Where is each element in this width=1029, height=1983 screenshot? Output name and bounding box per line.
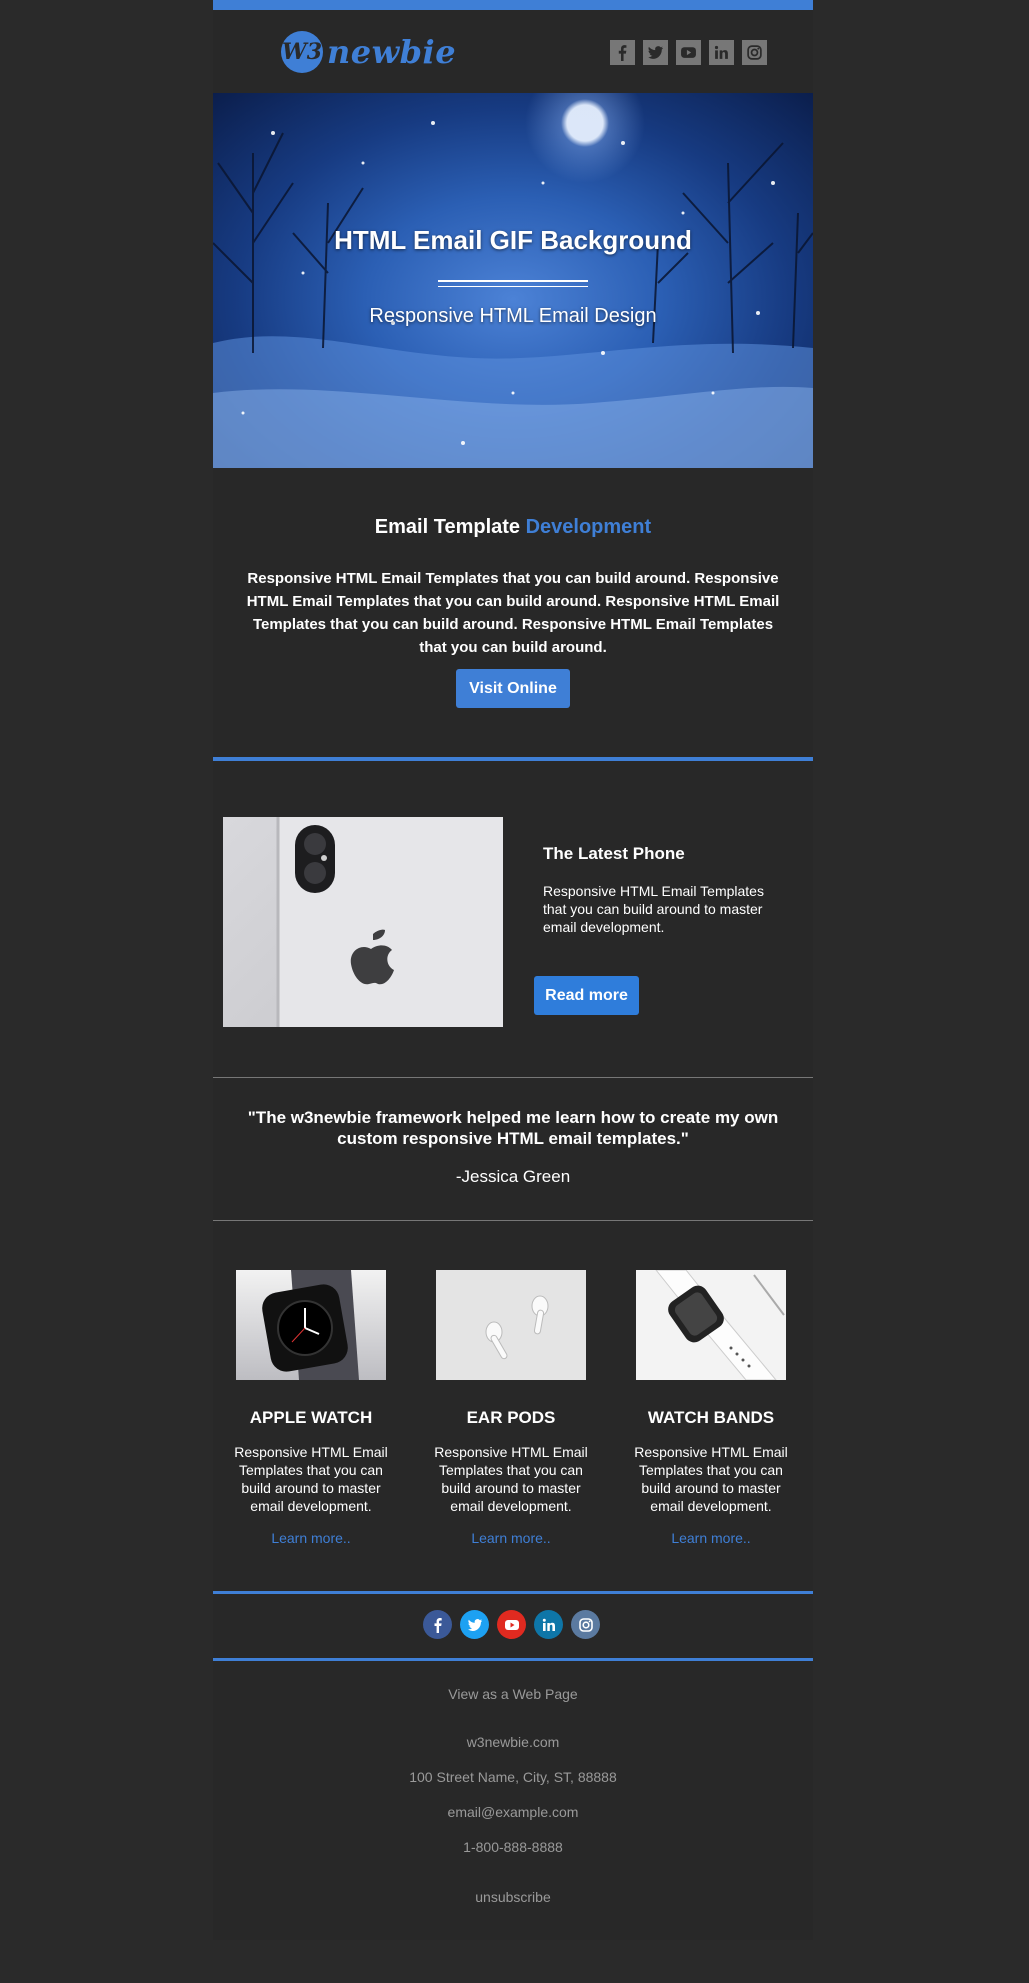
website-link[interactable]: w3newbie.com [213,1734,813,1750]
product-title: EAR PODS [466,1408,556,1427]
hero-title: HTML Email GIF Background [334,225,692,255]
product-card: EAR PODS Responsive HTML Email Templates… [421,1270,601,1546]
facebook-icon[interactable] [423,1610,452,1639]
product-text: Responsive HTML Email Templates that you… [634,1444,788,1514]
feature-title: The Latest Phone [543,844,685,863]
instagram-icon[interactable] [571,1610,600,1639]
product-card: WATCH BANDS Responsive HTML Email Templa… [621,1270,801,1546]
section-divider [213,1658,813,1661]
intro-heading-main: Email Template [374,516,521,538]
logo-text: newbie [327,33,457,71]
facebook-icon[interactable] [610,40,635,65]
intro-heading: Email Template Development [213,516,813,539]
product-text: Responsive HTML Email Templates that you… [234,1444,388,1514]
hero-subtitle: Responsive HTML Email Design [369,305,657,327]
intro-paragraph: Responsive HTML Email Templates that you… [246,570,780,656]
testimonial-quote: "The w3newbie framework helped me learn … [247,1108,779,1148]
read-more-button[interactable]: Read more [534,976,639,1015]
learn-more-link[interactable]: Learn more.. [421,1530,601,1546]
twitter-icon[interactable] [643,40,668,65]
product-card: APPLE WATCH Responsive HTML Email Templa… [221,1270,401,1546]
top-accent-bar [213,0,813,10]
visit-online-button[interactable]: Visit Online [456,669,570,708]
section-divider [213,1220,813,1221]
section-divider [213,1077,813,1078]
twitter-icon[interactable] [460,1610,489,1639]
instagram-icon[interactable] [742,40,767,65]
phone-image [223,817,503,1027]
watch-bands-image [636,1270,786,1380]
product-title: WATCH BANDS [647,1408,775,1427]
hero-banner: HTML Email GIF Background Responsive HTM… [213,93,813,468]
product-title: APPLE WATCH [249,1408,373,1427]
footer-social-links [423,1610,600,1639]
feature-text: Responsive HTML Email Templates that you… [543,883,764,935]
brand-logo[interactable]: W3 newbie [281,28,456,76]
intro-heading-accent: Development [525,516,652,538]
section-divider [213,757,813,761]
linkedin-icon[interactable] [534,1610,563,1639]
section-divider [213,1591,813,1594]
linkedin-icon[interactable] [709,40,734,65]
unsubscribe-link[interactable]: unsubscribe [213,1889,813,1905]
testimonial-author: -Jessica Green [455,1167,571,1186]
hero-divider [438,280,588,287]
apple-watch-image [236,1270,386,1380]
logo-badge: W3 [281,31,323,73]
footer-phone: 1-800-888-8888 [463,1839,563,1855]
youtube-icon[interactable] [497,1610,526,1639]
ear-pods-image [436,1270,586,1380]
header-social-links [610,40,767,65]
youtube-icon[interactable] [676,40,701,65]
footer-address: 100 Street Name, City, ST, 88888 [409,1769,617,1785]
learn-more-link[interactable]: Learn more.. [621,1530,801,1546]
footer-email-link[interactable]: email@example.com [213,1804,813,1820]
email-container: W3 newbie HTML Email GIF Background Resp… [213,0,813,1940]
product-text: Responsive HTML Email Templates that you… [434,1444,588,1514]
learn-more-link[interactable]: Learn more.. [221,1530,401,1546]
view-web-page-link[interactable]: View as a Web Page [213,1686,813,1702]
